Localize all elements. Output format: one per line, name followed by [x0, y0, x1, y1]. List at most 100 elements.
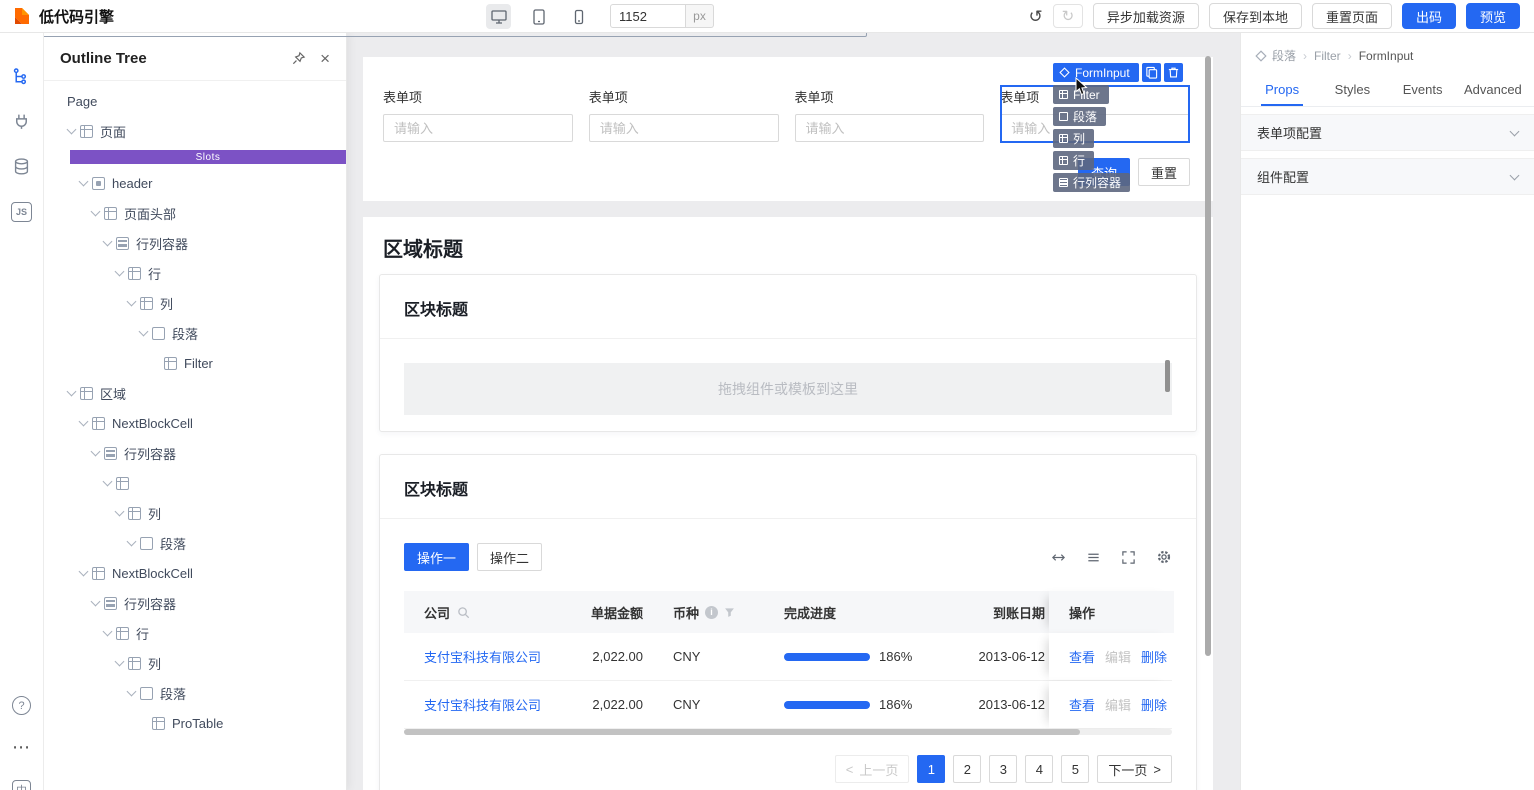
edit-link[interactable]: 编辑	[1105, 695, 1131, 714]
tree-node-nextblockcell[interactable]: NextBlockCell	[44, 558, 346, 588]
company-link[interactable]: 支付宝科技有限公司	[424, 647, 541, 666]
path-item-row[interactable]: 行	[1053, 151, 1095, 170]
tree-node[interactable]: 行列容器	[44, 228, 346, 258]
tree-node-filter[interactable]: Filter	[44, 348, 346, 378]
preview-button[interactable]: 预览	[1465, 3, 1520, 29]
action-one-button[interactable]: 操作一	[404, 543, 470, 571]
canvas-scrollbar[interactable]	[1205, 56, 1211, 656]
tree-node[interactable]: 页面	[44, 116, 346, 146]
chevron-down-icon[interactable]	[124, 691, 139, 695]
outline-tree-icon[interactable]	[12, 67, 31, 86]
language-icon[interactable]: 中	[12, 780, 31, 790]
tab-events[interactable]: Events	[1388, 73, 1458, 106]
form-item[interactable]: 表单项	[383, 87, 573, 142]
view-link[interactable]: 查看	[1069, 695, 1095, 714]
tree-node[interactable]: 列	[44, 288, 346, 318]
tree-node[interactable]: 行	[44, 258, 346, 288]
chevron-down-icon[interactable]	[112, 511, 127, 515]
section-component-config[interactable]: 组件配置	[1241, 158, 1534, 195]
form-item[interactable]: 表单项	[588, 87, 779, 142]
tree-node[interactable]: 段落	[44, 528, 346, 558]
form-item[interactable]: 表单项	[794, 87, 985, 142]
tree-node[interactable]: 行列容器	[44, 438, 346, 468]
breadcrumb-item[interactable]: 段落	[1272, 47, 1296, 64]
section-form-item-config[interactable]: 表单项配置	[1241, 114, 1534, 151]
path-item-rowcol-container[interactable]: 行列容器	[1053, 173, 1131, 192]
next-page-button[interactable]: 下一页 >	[1097, 755, 1172, 783]
plugin-icon[interactable]	[12, 112, 31, 131]
tree-node[interactable]: 行列容器	[44, 588, 346, 618]
close-icon[interactable]: ×	[320, 50, 330, 67]
view-link[interactable]: 查看	[1069, 647, 1095, 666]
page-button-1[interactable]: 1	[917, 755, 946, 783]
tablet-view-button[interactable]	[526, 4, 551, 29]
chevron-down-icon[interactable]	[76, 421, 91, 425]
chevron-down-icon[interactable]	[88, 601, 103, 605]
form-input[interactable]	[588, 114, 779, 142]
breadcrumb-item[interactable]: Filter	[1296, 49, 1341, 63]
filter-funnel-icon[interactable]	[724, 607, 735, 618]
js-panel-icon[interactable]: JS	[11, 202, 32, 222]
delete-component-button[interactable]	[1163, 63, 1183, 82]
search-icon[interactable]	[457, 606, 470, 619]
datasource-icon[interactable]	[12, 157, 31, 176]
tree-node-header[interactable]: header	[44, 168, 346, 198]
chevron-down-icon[interactable]	[100, 241, 115, 245]
redo-button[interactable]: ↻	[1052, 4, 1083, 28]
tree-node[interactable]: 列	[44, 498, 346, 528]
phone-view-button[interactable]	[566, 4, 591, 29]
chevron-down-icon[interactable]	[76, 571, 91, 575]
delete-link[interactable]: 删除	[1141, 647, 1167, 666]
page-button-4[interactable]: 4	[1025, 755, 1054, 783]
out-code-button[interactable]: 出码	[1401, 3, 1456, 29]
tab-advanced[interactable]: Advanced	[1458, 73, 1528, 106]
canvas-width-input[interactable]	[610, 4, 686, 28]
tree-node[interactable]: 段落	[44, 678, 346, 708]
save-local-button[interactable]: 保存到本地	[1208, 3, 1302, 29]
tab-styles[interactable]: Styles	[1317, 73, 1387, 106]
tab-props[interactable]: Props	[1247, 73, 1317, 106]
form-input[interactable]	[794, 114, 985, 142]
fullscreen-icon[interactable]	[1121, 550, 1136, 565]
action-two-button[interactable]: 操作二	[477, 543, 543, 571]
chevron-down-icon[interactable]	[112, 661, 127, 665]
chevron-down-icon[interactable]	[64, 129, 79, 133]
tree-node-protable[interactable]: ProTable	[44, 708, 346, 738]
breadcrumb-item-current[interactable]: FormInput	[1341, 49, 1414, 63]
prev-page-button[interactable]: < 上一页	[834, 755, 910, 783]
page-button-3[interactable]: 3	[989, 755, 1018, 783]
tree-node-page[interactable]: Page	[17, 24, 867, 116]
desktop-view-button[interactable]	[486, 4, 511, 29]
chevron-down-icon[interactable]	[124, 541, 139, 545]
form-reset-button[interactable]: 重置	[1137, 158, 1190, 186]
edit-link[interactable]: 编辑	[1105, 647, 1131, 666]
more-icon[interactable]: ⋯	[12, 737, 31, 758]
tree-node[interactable]: 段落	[44, 318, 346, 348]
chevron-down-icon[interactable]	[76, 181, 91, 185]
tree-node[interactable]: 列	[44, 648, 346, 678]
async-load-button[interactable]: 异步加载资源	[1092, 3, 1199, 29]
drop-placeholder[interactable]: 拖拽组件或模板到这里	[404, 360, 1172, 415]
tree-node-nextblockcell[interactable]: NextBlockCell	[44, 408, 346, 438]
scrollbar-thumb[interactable]	[404, 729, 1080, 735]
path-item-column[interactable]: 列	[1053, 129, 1095, 148]
reset-page-button[interactable]: 重置页面	[1311, 3, 1392, 29]
company-link[interactable]: 支付宝科技有限公司	[424, 695, 541, 714]
copy-component-button[interactable]	[1141, 63, 1161, 82]
chevron-down-icon[interactable]	[100, 481, 115, 485]
chevron-down-icon[interactable]	[112, 271, 127, 275]
density-icon[interactable]	[1086, 550, 1101, 565]
tree-node[interactable]: 行	[44, 618, 346, 648]
chevron-down-icon[interactable]	[136, 331, 151, 335]
chevron-down-icon[interactable]	[88, 211, 103, 215]
selected-component-tag[interactable]: FormInput	[1053, 63, 1139, 82]
delete-link[interactable]: 删除	[1141, 695, 1167, 714]
page-button-5[interactable]: 5	[1061, 755, 1090, 783]
column-width-icon[interactable]	[1051, 550, 1066, 565]
chevron-down-icon[interactable]	[64, 391, 79, 395]
design-canvas[interactable]: 表单项 表单项 表单项 表单项	[347, 33, 1240, 790]
tree-node[interactable]	[44, 468, 346, 498]
chevron-down-icon[interactable]	[88, 451, 103, 455]
undo-button[interactable]: ↺	[1029, 8, 1043, 25]
tree-node[interactable]: 页面头部	[44, 198, 346, 228]
